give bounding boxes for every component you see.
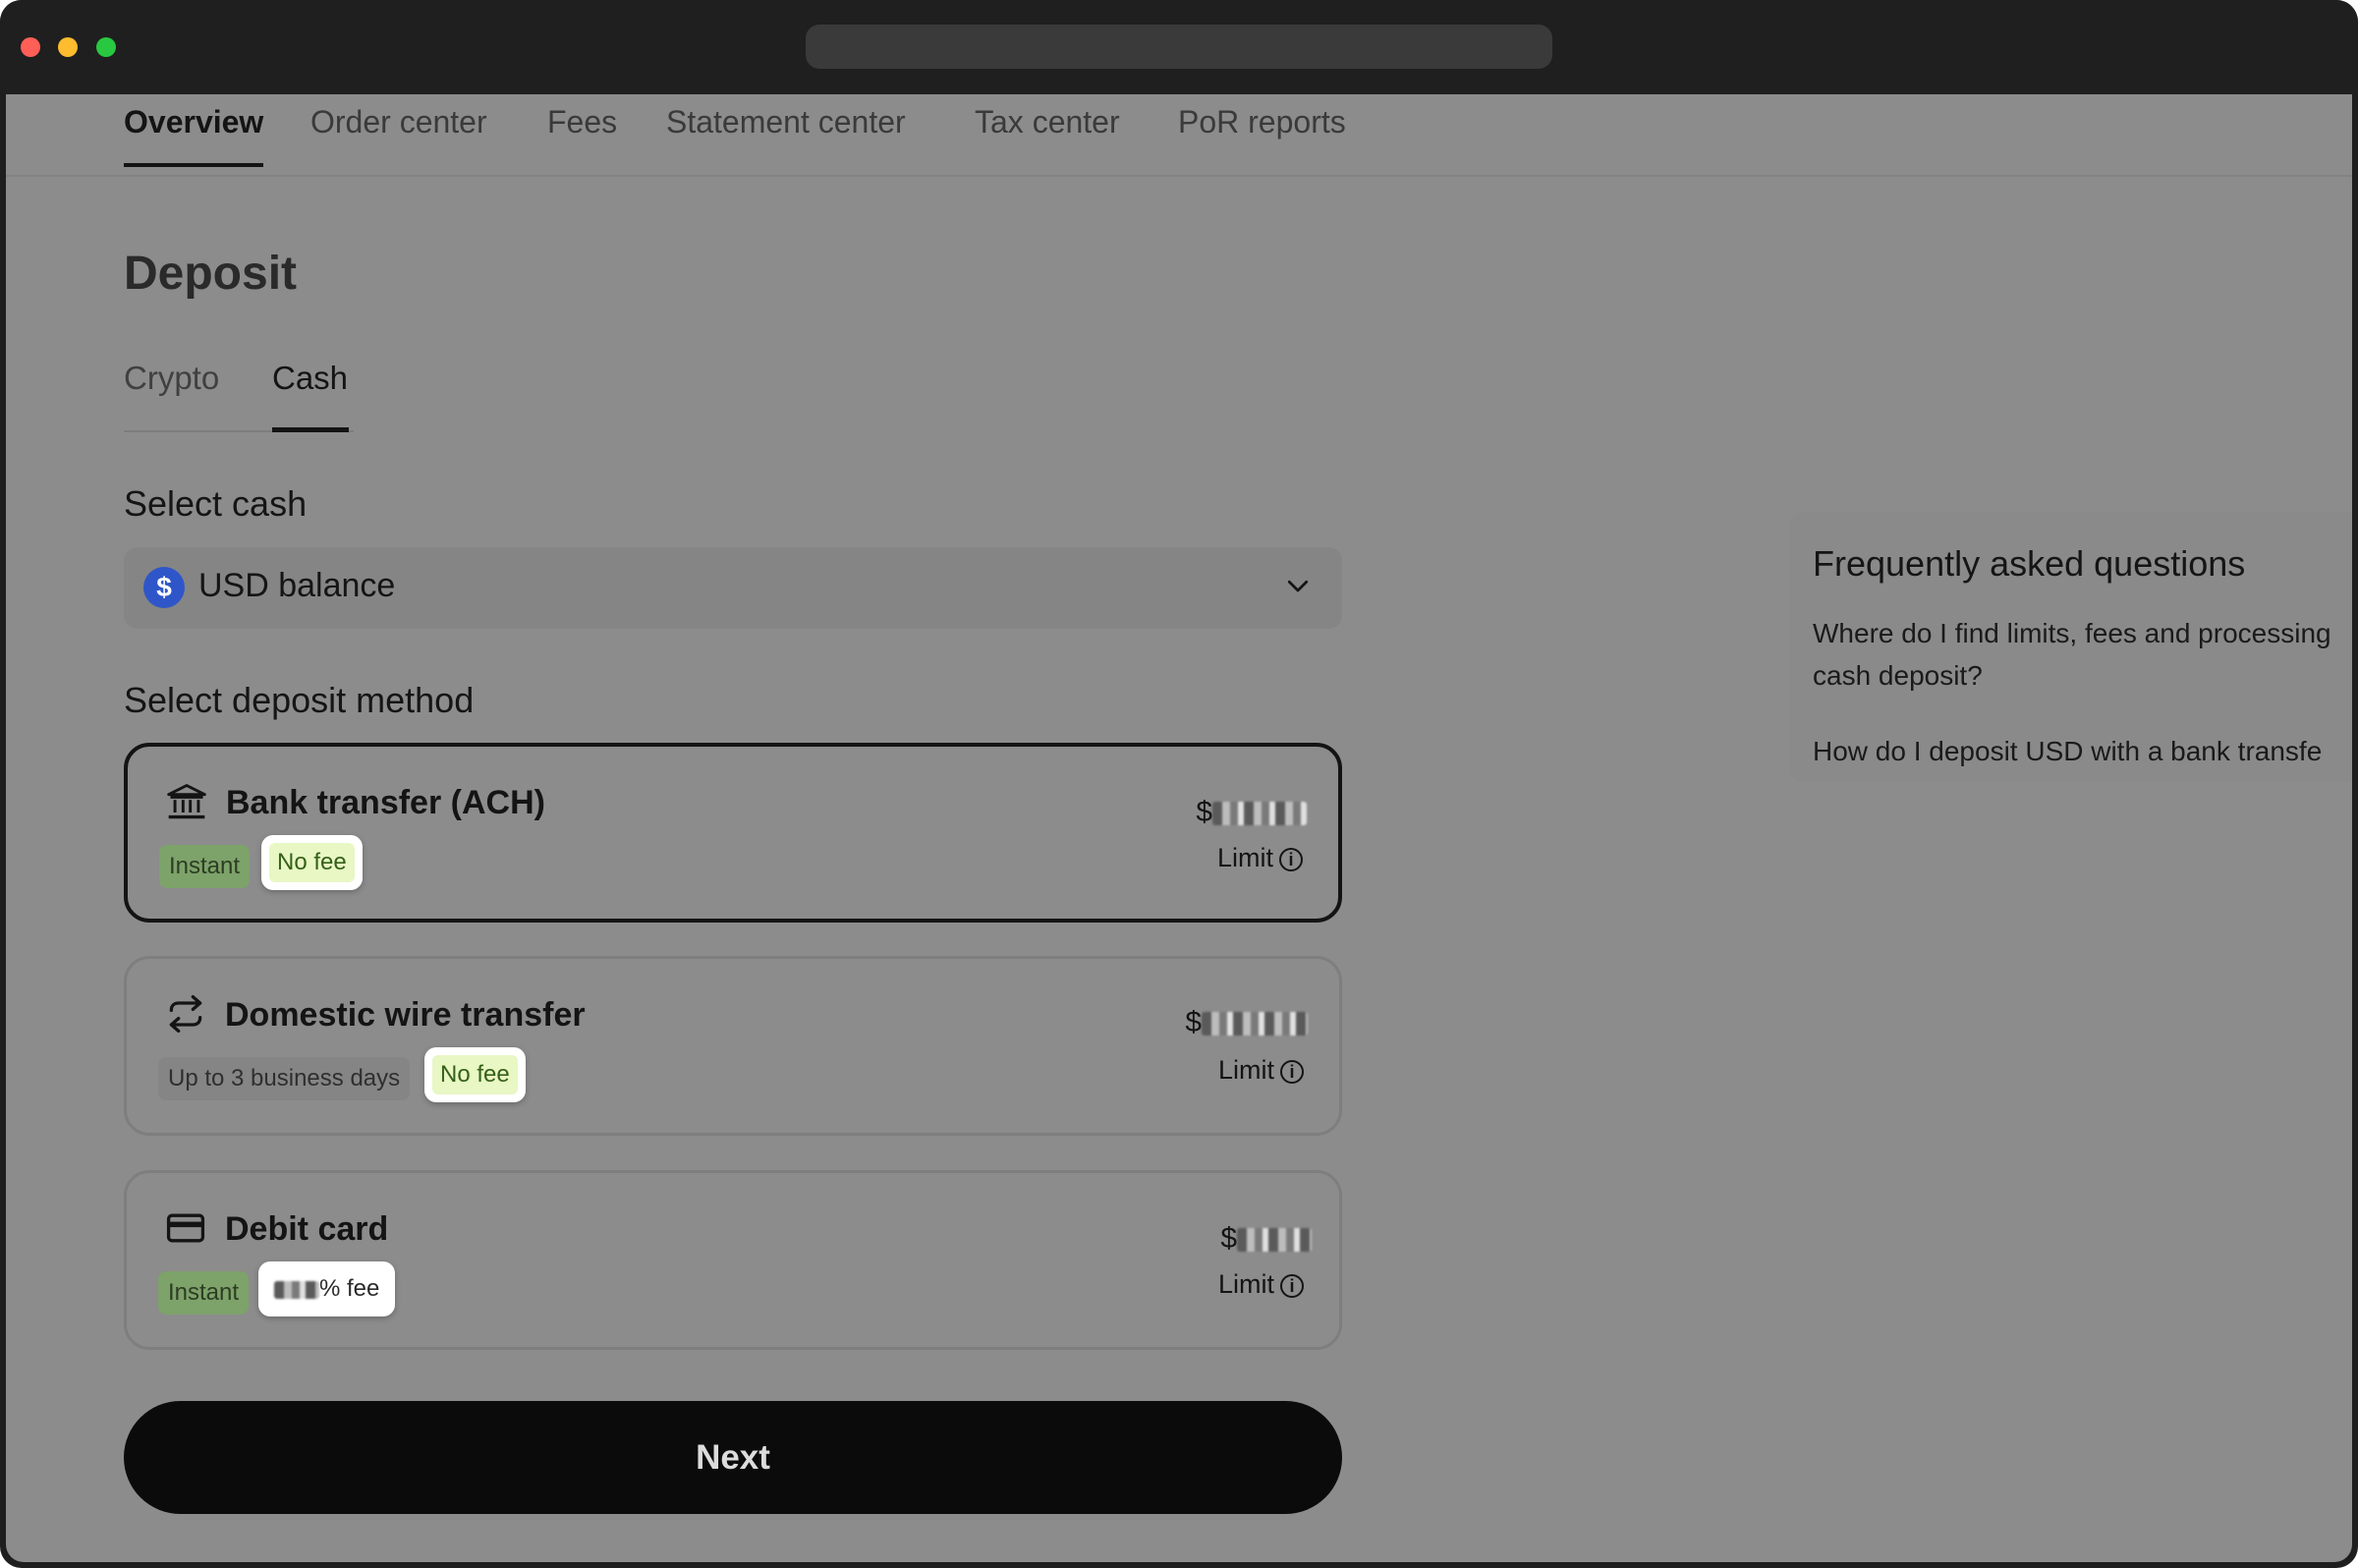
top-navigation: Overview Order center Fees Statement cen… [6, 94, 2352, 177]
title-bar [0, 0, 2358, 94]
method-domestic-wire[interactable]: Domestic wire transfer Up to 3 business … [124, 956, 1342, 1136]
credit-card-icon [166, 1213, 205, 1243]
page-title: Deposit [124, 248, 298, 300]
close-window-button[interactable] [21, 37, 40, 57]
speed-badge: Up to 3 business days [158, 1057, 411, 1100]
cash-select-dropdown[interactable]: $ USD balance [124, 547, 1342, 629]
tab-fees[interactable]: Fees [547, 102, 617, 141]
limit-amount: $ [1196, 796, 1307, 829]
tab-tax-center[interactable]: Tax center [975, 102, 1120, 141]
limit-label: Limit i [1217, 843, 1303, 873]
browser-window: Overview Order center Fees Statement cen… [0, 0, 2358, 1568]
limit-amount: $ [1185, 1006, 1308, 1039]
tab-crypto[interactable]: Crypto [124, 360, 219, 397]
tab-por-reports[interactable]: PoR reports [1178, 102, 1346, 141]
fee-badge: % fee [266, 1269, 388, 1309]
active-tab-indicator [272, 427, 349, 432]
dollar-coin-icon: $ [143, 567, 185, 608]
transfer-arrows-icon [169, 994, 202, 1034]
fee-badge-highlight: % fee [258, 1261, 396, 1316]
redacted-amount [1212, 802, 1307, 826]
next-button[interactable]: Next [124, 1401, 1342, 1514]
chevron-down-icon [1287, 580, 1309, 592]
address-bar[interactable] [806, 25, 1552, 69]
page-content: Overview Order center Fees Statement cen… [6, 94, 2352, 1562]
redacted-fee-value [274, 1280, 319, 1299]
faq-panel: Frequently asked questions Where do I fi… [1789, 512, 2352, 782]
fee-badge: No fee [432, 1055, 518, 1094]
fee-badge: No fee [269, 843, 355, 882]
tab-statement-center[interactable]: Statement center [666, 102, 906, 141]
bank-icon [167, 784, 206, 819]
tab-order-center[interactable]: Order center [310, 102, 487, 141]
speed-badge: Instant [158, 1271, 250, 1315]
faq-title: Frequently asked questions [1813, 543, 2246, 584]
method-title: Debit card [225, 1210, 389, 1248]
info-icon[interactable]: i [1280, 1059, 1304, 1084]
faq-item[interactable]: How do I deposit USD with a bank transfe [1813, 730, 2352, 772]
tab-overview[interactable]: Overview [124, 102, 264, 167]
method-title: Domestic wire transfer [225, 996, 586, 1034]
speed-badge: Instant [159, 845, 251, 888]
select-cash-label: Select cash [124, 483, 308, 524]
redacted-amount [1237, 1228, 1312, 1253]
fee-badge-highlight: No fee [261, 835, 363, 890]
tab-cash[interactable]: Cash [272, 360, 348, 397]
fee-badge-highlight: No fee [424, 1047, 526, 1102]
cash-select-value: USD balance [198, 567, 396, 604]
limit-amount: $ [1220, 1222, 1312, 1256]
redacted-amount [1202, 1012, 1308, 1036]
limit-label: Limit i [1218, 1055, 1304, 1086]
select-deposit-method-label: Select deposit method [124, 680, 475, 720]
info-icon[interactable]: i [1279, 847, 1303, 871]
limit-label: Limit i [1218, 1269, 1304, 1300]
faq-item[interactable]: Where do I find limits, fees and process… [1813, 612, 2352, 697]
method-bank-transfer[interactable]: Bank transfer (ACH) Instant No fee $ Lim… [124, 743, 1342, 923]
info-icon[interactable]: i [1280, 1273, 1304, 1298]
maximize-window-button[interactable] [96, 37, 116, 57]
minimize-window-button[interactable] [58, 37, 78, 57]
method-debit-card[interactable]: Debit card Instant % fee $ Limit i [124, 1170, 1342, 1350]
method-title: Bank transfer (ACH) [226, 784, 545, 821]
